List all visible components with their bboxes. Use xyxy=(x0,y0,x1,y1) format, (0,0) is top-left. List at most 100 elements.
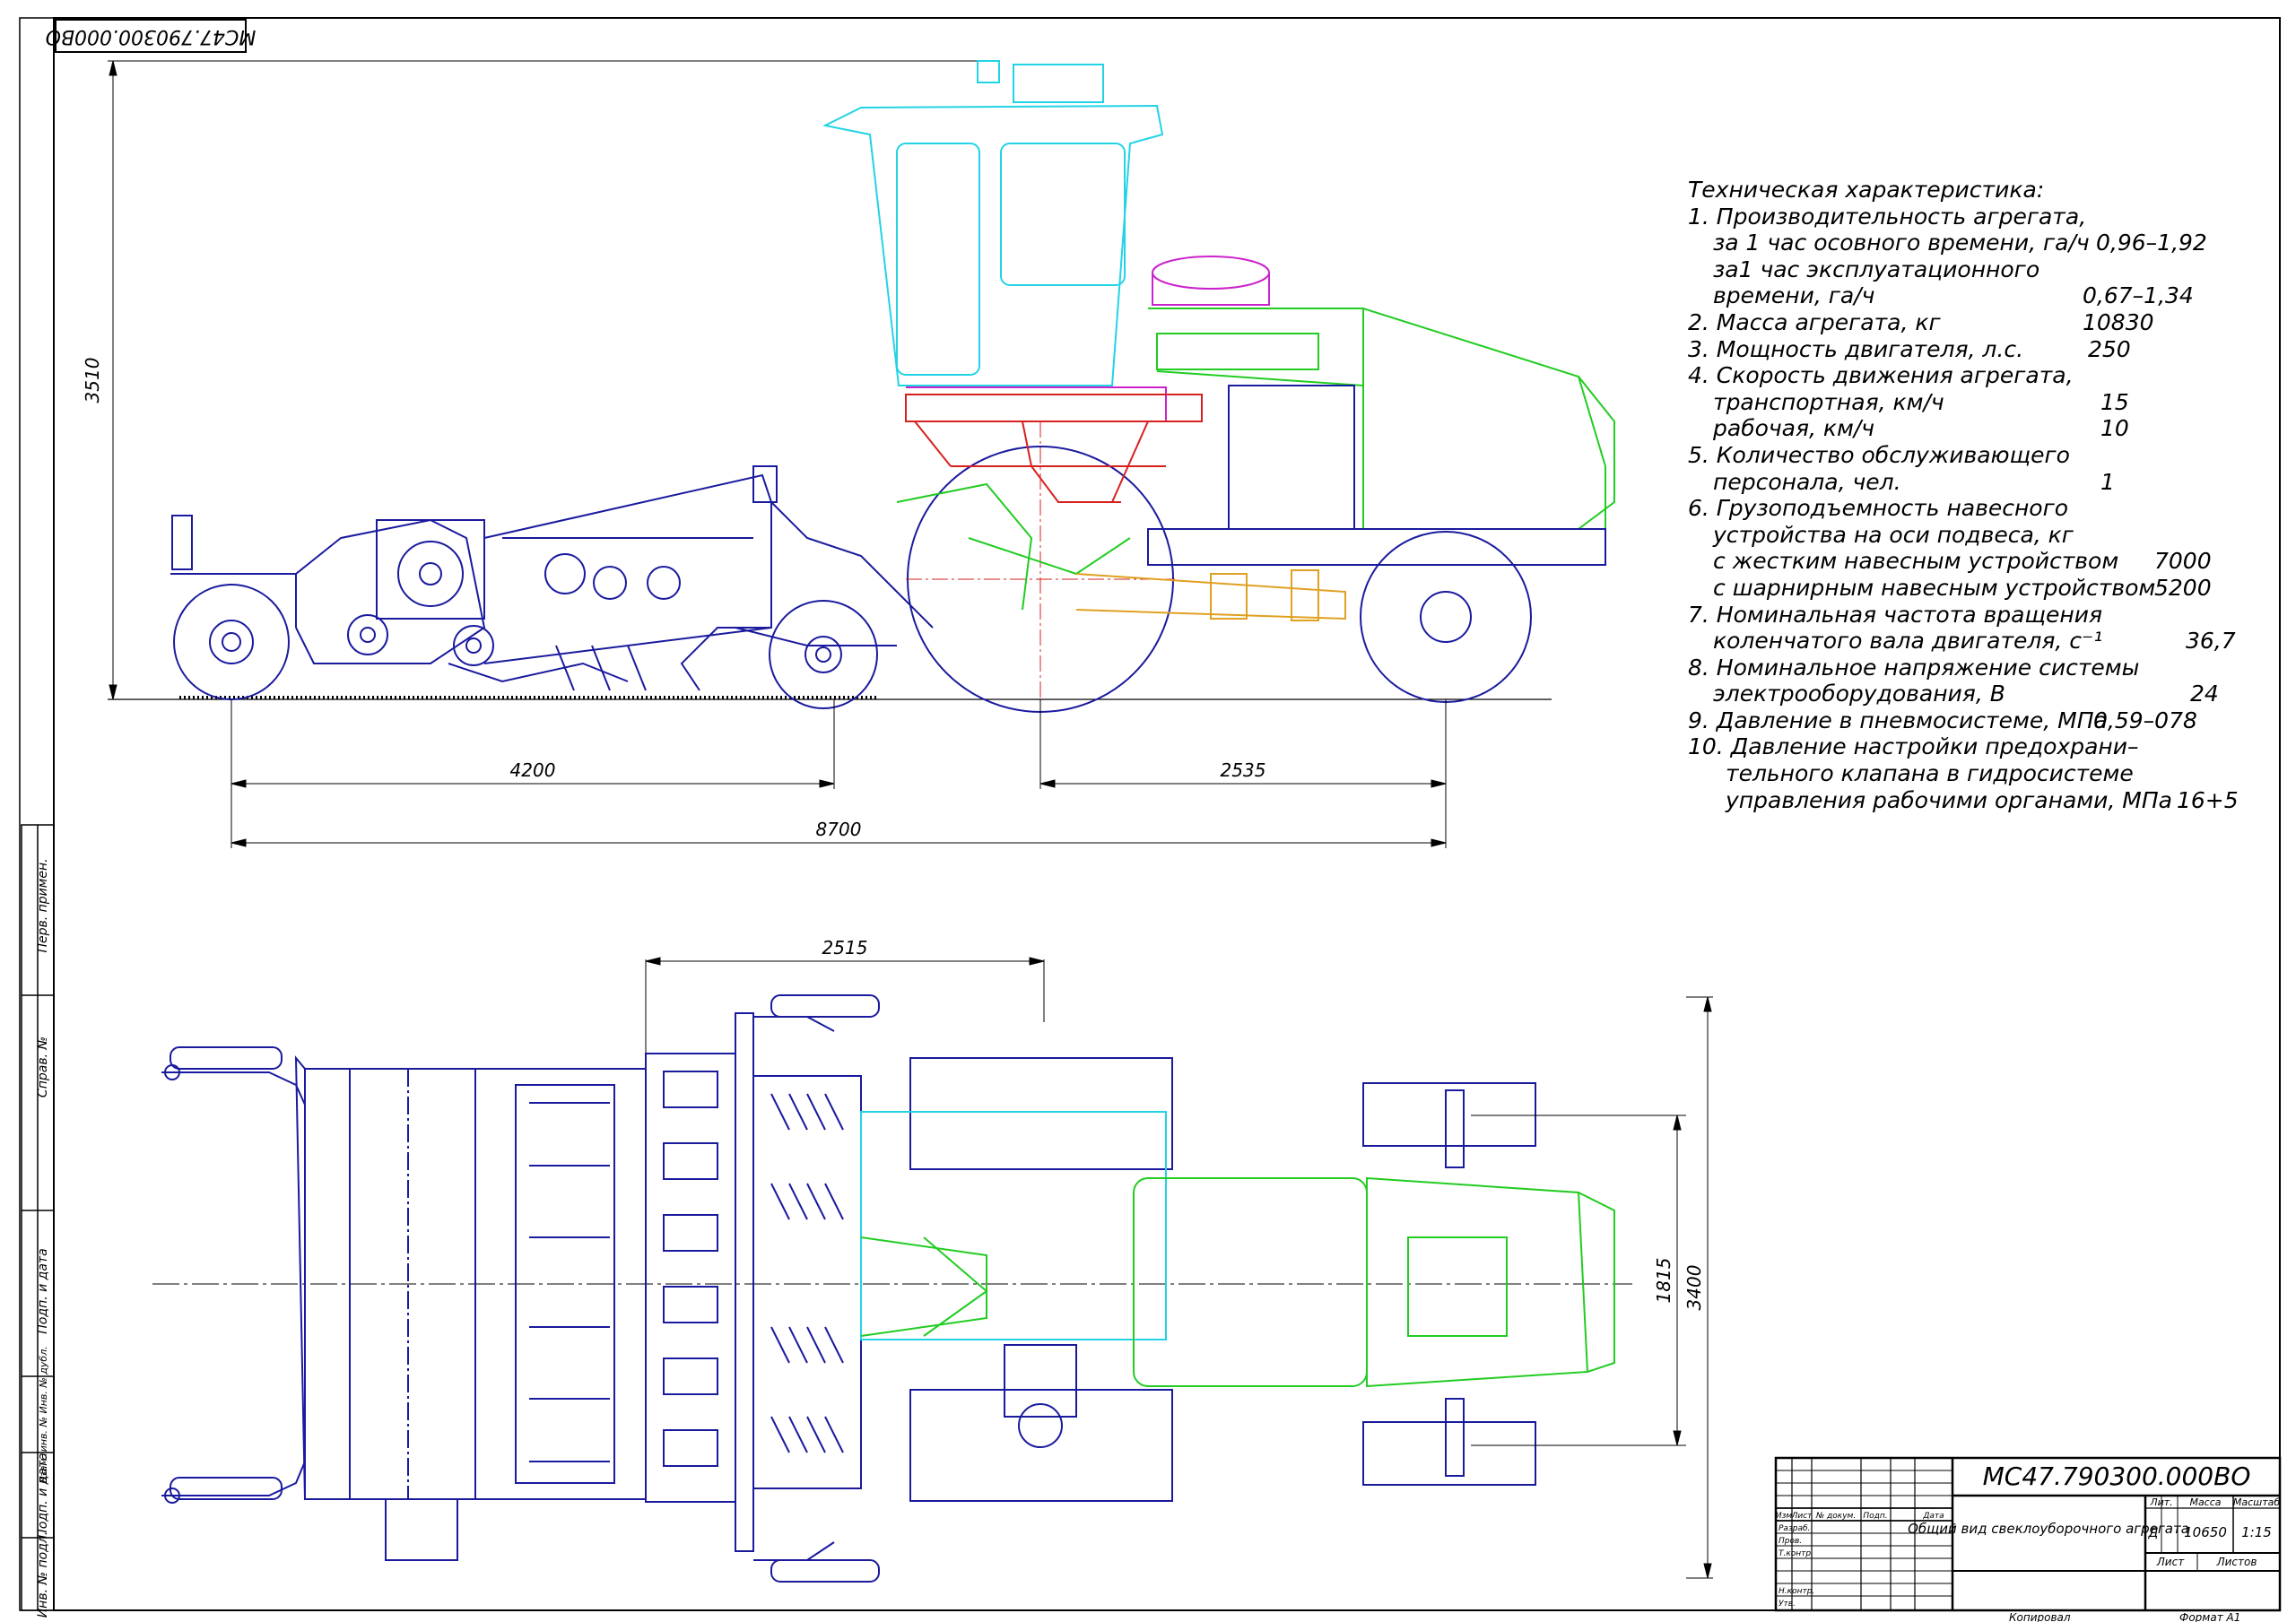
spec-row-text: 1. Производительность агрегата, xyxy=(1688,203,2087,230)
top-view: 2515 1815 3400 xyxy=(152,937,1713,1583)
cab-top xyxy=(860,1111,1167,1340)
spec-row-text: 10. Давление настройки предохрани– xyxy=(1688,733,2139,760)
rotated-doc-code: МС47.790300.000ВО xyxy=(46,25,257,48)
dim-rear-to-axle: 4200 xyxy=(510,759,556,781)
spec-row-value: 5200 xyxy=(2154,574,2212,601)
spec-row: рабочая, км/ч 10 xyxy=(1688,415,2262,442)
spec-row-value: 10 xyxy=(2100,415,2129,442)
spec-row-value: 15 xyxy=(2100,388,2129,415)
spec-row-text: рабочая, км/ч xyxy=(1713,415,1875,442)
spec-row-value: 0,67–1,34 xyxy=(2083,282,2194,309)
role-developer: Разраб. xyxy=(1779,1524,1810,1533)
sheet-label: Лист xyxy=(2156,1556,2185,1568)
tractor-frame xyxy=(905,394,1203,503)
lit-value: Д xyxy=(2148,1526,2159,1540)
spec-row: 3. Мощность двигателя, л.с. 250 xyxy=(1688,336,2262,363)
role-checker: Пров. xyxy=(1779,1537,1802,1546)
spec-row: за1 час эксплуатационного xyxy=(1688,256,2262,283)
spec-row-text: с шарнирным навесным устройством xyxy=(1713,574,2156,601)
spec-row-text: 7. Номинальная частота вращения xyxy=(1688,601,2103,628)
spec-row: 6. Грузоподъемность навесного xyxy=(1688,495,2262,522)
trailer-frame xyxy=(170,465,934,691)
spec-row-value: 0,96–1,92 xyxy=(2096,230,2207,256)
sheets-label: Листов xyxy=(2216,1556,2257,1568)
col-doc: № докум. xyxy=(1815,1512,1856,1521)
tractor-hood xyxy=(1147,385,1606,566)
lit-label: Лит. xyxy=(2149,1496,2172,1508)
role-approved: Утв. xyxy=(1779,1600,1796,1609)
mass-value: 10650 xyxy=(2184,1524,2227,1540)
spec-row-text: 2. Масса агрегата, кг xyxy=(1688,308,1941,335)
col-list: Лист xyxy=(1791,1512,1813,1521)
spec-row: коленчатого вала двигателя, с⁻¹ 36,7 xyxy=(1688,628,2262,655)
spec-row: с жестким навесным устройством 7000 xyxy=(1688,548,2262,575)
scale-label: Масштаб xyxy=(2233,1496,2280,1508)
spec-row: времени, га/ч 0,67–1,34 xyxy=(1688,282,2262,309)
spec-row: за 1 час осовного времени, га/ч 0,96–1,92 xyxy=(1688,230,2262,256)
spec-row-value: 1 xyxy=(2100,468,2115,495)
format-label: Формат А1 xyxy=(2179,1611,2240,1622)
spec-row-text: управления рабочими органами, МПа xyxy=(1726,786,2172,813)
spec-row: 7. Номинальная частота вращения xyxy=(1688,602,2262,629)
spec-row-value: 16+5 xyxy=(2177,786,2239,813)
harvester-header xyxy=(161,1046,647,1561)
strip-label-1: Перв. примен. xyxy=(36,858,50,952)
spec-row: электрооборудования, В 24 xyxy=(1688,681,2262,707)
mass-label: Масса xyxy=(2189,1496,2221,1508)
spec-row-text: 4. Скорость движения агрегата, xyxy=(1688,362,2074,389)
spec-row: 4. Скорость движения агрегата, xyxy=(1688,362,2262,389)
dim-overall-length: 8700 xyxy=(816,819,862,840)
spec-row-text: коленчатого вала двигателя, с⁻¹ xyxy=(1713,628,2103,655)
spec-row-text: 8. Номинальное напряжение системы xyxy=(1688,654,2140,681)
trailer-wheel xyxy=(173,584,290,700)
tech-spec: Техническая характеристика: 1. Производи… xyxy=(1688,177,2262,813)
tractor-body-top xyxy=(860,1176,1615,1388)
spec-row: 1. Производительность агрегата, xyxy=(1688,204,2262,230)
spec-row-text: времени, га/ч xyxy=(1713,282,1875,309)
spec-row-text: 3. Мощность двигателя, л.с. xyxy=(1688,335,2024,362)
spec-row-text: 6. Грузоподъемность навесного xyxy=(1688,495,2069,522)
pickup-wheel xyxy=(680,600,878,709)
rotated-code-box: МС47.790300.000ВО xyxy=(46,19,257,53)
spec-row: тельного клапана в гидросистеме xyxy=(1688,760,2262,787)
spec-row: персонала, чел. 1 xyxy=(1688,469,2262,496)
spec-row: 8. Номинальное напряжение системы xyxy=(1688,655,2262,681)
col-izm: Изм xyxy=(1776,1512,1793,1521)
spec-row-text: транспортная, км/ч xyxy=(1713,388,1944,415)
spec-row: 10. Давление настройки предохрани– xyxy=(1688,733,2262,760)
role-tech-control: Т.контр. xyxy=(1779,1549,1813,1558)
strip-label-2: Справ. № xyxy=(36,1037,50,1097)
spec-row-text: с жестким навесным устройством xyxy=(1713,548,2119,575)
dim-height-label: 3510 xyxy=(82,358,103,403)
dim-width: 3400 xyxy=(1683,1265,1705,1311)
spec-row: 5. Количество обслуживающего xyxy=(1688,442,2262,469)
title-designation: МС47.790300.000ВО xyxy=(1983,1462,2251,1491)
spec-row-text: за 1 час осовного времени, га/ч xyxy=(1713,230,2090,256)
scale-value: 1:15 xyxy=(2241,1524,2272,1540)
strip-label-3: Подп. и дата xyxy=(36,1248,50,1333)
spec-row-value: 250 xyxy=(2088,335,2131,362)
spec-row: транспортная, км/ч 15 xyxy=(1688,389,2262,416)
spec-row-value: 36,7 xyxy=(2186,628,2236,655)
height-dimension xyxy=(108,60,996,700)
spec-title: Техническая характеристика: xyxy=(1688,177,2045,203)
dim-top-front: 2515 xyxy=(822,937,868,958)
role-norm-control: Н.контр. xyxy=(1779,1587,1814,1596)
spec-row-text: 5. Количество обслуживающего xyxy=(1688,441,2070,468)
copied-label: Копировал xyxy=(2009,1611,2071,1622)
spec-rows: 1. Производительность агрегата, за 1 час … xyxy=(1688,204,2262,814)
dim-axle-base: 2535 xyxy=(1221,759,1266,781)
spec-row-text: устройства на оси подвеса, кг xyxy=(1713,521,2074,548)
tractor-top-outline xyxy=(909,1057,1536,1502)
spec-row-text: электрооборудования, В xyxy=(1713,681,2005,707)
spec-row: с шарнирным навесным устройством 5200 xyxy=(1688,575,2262,602)
tractor-cab xyxy=(822,60,1164,386)
col-sign: Подп. xyxy=(1863,1512,1887,1521)
spec-row: управления рабочими органами, МПа 16+5 xyxy=(1688,787,2262,814)
spec-row-value: 24 xyxy=(2190,681,2219,707)
tractor-front-wheel xyxy=(1360,531,1532,703)
spec-row-text: персонала, чел. xyxy=(1713,468,1901,495)
title-name: Общий вид свеклоуборочного агрегата xyxy=(1908,1521,2189,1537)
drive-shaft xyxy=(1075,569,1346,621)
spec-row-value: 10830 xyxy=(2083,308,2154,335)
